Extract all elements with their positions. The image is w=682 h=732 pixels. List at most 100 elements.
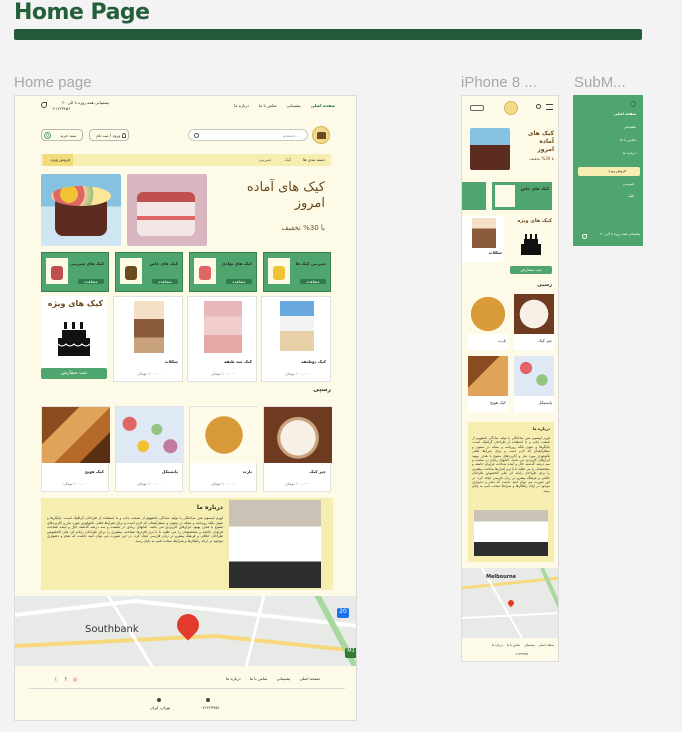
cart-count: 0 [44, 132, 51, 139]
footer-address: تهران، ایران [149, 705, 171, 710]
logo[interactable] [312, 126, 330, 144]
nav-contact[interactable]: تماس با ما [259, 103, 277, 108]
footer-phone: ۰۲۱۲۲۳۴۵۶ [200, 705, 220, 710]
search-input[interactable]: جستجو... [188, 129, 308, 141]
pastry-products: چیز کیک ۱۰۰,۰۰۰ تومان تارت ۱۰۰,۰۰۰ تومان… [41, 406, 332, 492]
category-button-4[interactable]: مشاهده [78, 279, 104, 284]
close-icon[interactable] [630, 101, 636, 107]
category-button-2[interactable]: مشاهده [226, 279, 252, 284]
category-card-2[interactable]: کیک های تولدی مشاهده [189, 252, 257, 292]
support-phone: ۰۲۱۲۲۳۴۵۶ [51, 106, 71, 111]
mobile-about-text: لورم ایپسوم متن ساختگی با تولید سادگی نا… [472, 436, 550, 493]
mobile-pastry-image-2 [514, 294, 554, 334]
pastry-card-4[interactable]: کیک هویج ۱۰۰,۰۰۰ تومان [41, 406, 110, 492]
submenu-frame-label[interactable]: SubM... [574, 74, 638, 91]
mobile-pastry-card-2[interactable]: چیز کیک [514, 294, 554, 350]
product-card-3[interactable]: شکلات ۱۰۰,۰۰۰ تومان [113, 296, 183, 382]
login-button[interactable]: ورود / ثبت نام [89, 129, 129, 141]
category-name-1: شیرینی کیک ها [295, 261, 326, 266]
category-card-4[interactable]: کیک های شیرینی مشاهده [41, 252, 109, 292]
submenu-extra-pastry[interactable]: شیرینی [578, 182, 634, 186]
category-button-3[interactable]: مشاهده [152, 279, 178, 284]
mobile-map-label: Melbourne [486, 574, 517, 580]
mobile-footer-nav-support[interactable]: پشتیبانی [524, 643, 534, 647]
mobile-hero-title: کیک های آماده امروز [514, 130, 554, 154]
about-section: درباره ما لورم ایپسوم متن ساختگی با تولی… [41, 498, 333, 590]
category-image-4 [46, 258, 68, 284]
product-image-2 [204, 301, 242, 353]
product-price-2: ۱۰۰,۰۰۰ تومان [211, 371, 236, 376]
mobile-cart-icon[interactable] [470, 105, 484, 111]
mobile-pastry-card-1[interactable]: تارت [468, 294, 508, 350]
about-text: لورم ایپسوم متن ساختگی با تولید سادگی نا… [47, 516, 223, 543]
login-label: ورود / ثبت نام [96, 133, 120, 138]
footer-nav-about[interactable]: درباره ما [226, 676, 241, 681]
twitter-icon[interactable]: t [55, 677, 57, 683]
mobile-hero-image [470, 128, 510, 170]
mobile-footer-nav-home[interactable]: صفحه اصلی [539, 643, 554, 647]
submenu-special-sale[interactable]: فروش ویژه [578, 167, 640, 176]
breadcrumb-cake[interactable]: کیک [284, 157, 291, 162]
product-card-2[interactable]: کیک سه طبقه ۱۰۰,۰۰۰ تومان [187, 296, 257, 382]
mobile-footer-phone: ۰۲۱۲۲۳۴۵۶ [514, 652, 529, 656]
instagram-icon[interactable]: ◎ [73, 677, 77, 683]
mobile-frame-label[interactable]: iPhone 8 ... [461, 74, 551, 91]
mobile-category-card[interactable]: کیک های خاص [492, 182, 552, 210]
desktop-frame-label[interactable]: Home page [14, 74, 134, 91]
mobile-hero-title-line2: امروز [537, 146, 554, 153]
map[interactable]: Southbank 20 M1 [15, 596, 356, 666]
pastry-image-2 [190, 407, 258, 463]
category-card-1[interactable]: شیرینی کیک ها مشاهده [263, 252, 331, 292]
category-card-3[interactable]: کیک های خاص مشاهده [115, 252, 183, 292]
pastry-image-4 [42, 407, 110, 463]
product-price-3: ۱۰۰,۰۰۰ تومان [137, 371, 162, 376]
nav-home[interactable]: صفحه اصلی [311, 103, 335, 108]
search-icon[interactable] [194, 133, 199, 138]
breadcrumb-pastry[interactable]: شیرینی [259, 157, 271, 162]
cart-button[interactable]: سبد خرید 0 [41, 129, 83, 141]
mobile-pastry-card-4[interactable]: پاپسیکل [514, 356, 554, 412]
special-sale-button[interactable]: فروش ویژه [43, 154, 73, 166]
footer-nav-support[interactable]: پشتیبانی [276, 676, 290, 681]
footer-nav-contact[interactable]: تماس با ما [250, 676, 268, 681]
category-button-1[interactable]: مشاهده [300, 279, 326, 284]
submenu-item-about[interactable]: درباره ما [576, 151, 636, 155]
submenu-frame: صفحه اصلی پشتیبانی تماس با ما درباره ما … [573, 95, 643, 246]
category-row: شیرینی کیک ها مشاهده کیک های تولدی مشاهد… [41, 252, 331, 292]
mobile-search-icon[interactable] [536, 104, 541, 109]
special-products: کیک دوطبقه ۱۰۰,۰۰۰ تومان کیک سه طبقه ۱۰۰… [113, 296, 331, 382]
mobile-pastry-image-1 [468, 294, 508, 334]
mobile-footer-nav-about[interactable]: درباره ما [492, 643, 503, 647]
submenu-item-contact[interactable]: تماس با ما [576, 138, 636, 142]
nav-support[interactable]: پشتیبانی [287, 103, 301, 108]
pastry-price-1: ۱۰۰,۰۰۰ تومان [285, 481, 310, 486]
pastry-card-3[interactable]: پاپسیکل ۱۰۰,۰۰۰ تومان [115, 406, 184, 492]
mobile-footer-nav-contact[interactable]: تماس با ما [507, 643, 520, 647]
submenu-extra-cake[interactable]: کیک [578, 194, 634, 198]
categories-menu[interactable]: دسته بندی ها [303, 157, 325, 162]
submenu-item-support[interactable]: پشتیبانی [576, 125, 636, 129]
mobile-pastry-card-3[interactable]: کیک هویج [468, 356, 508, 412]
mobile-logo[interactable] [504, 101, 518, 115]
pastry-price-4: ۱۰۰,۰۰۰ تومان [63, 481, 88, 486]
submenu-item-home[interactable]: صفحه اصلی [576, 112, 636, 116]
order-button[interactable]: ثبت سفارش [41, 368, 107, 379]
mobile-footer-nav: صفحه اصلی پشتیبانی تماس با ما درباره ما [480, 643, 554, 647]
pastry-image-3 [116, 407, 184, 463]
pastry-card-1[interactable]: چیز کیک ۱۰۰,۰۰۰ تومان [263, 406, 332, 492]
pastry-card-2[interactable]: تارت ۱۰۰,۰۰۰ تومان [189, 406, 258, 492]
mobile-map[interactable]: Melbourne [462, 568, 558, 638]
category-name-4: کیک های شیرینی [69, 261, 104, 266]
facebook-icon[interactable]: f [65, 677, 67, 683]
mobile-product-card[interactable]: شکلات [462, 216, 504, 262]
mobile-order-button[interactable]: ثبت سفارش [510, 266, 552, 274]
pastry-name-3: پاپسیکل [161, 469, 178, 474]
mobile-category-name: کیک های خاص [520, 186, 549, 191]
hero-headline-line1: کیک های آماده [246, 180, 325, 195]
footer-nav-home[interactable]: صفحه اصلی [299, 676, 320, 681]
mobile-birthday-cake-icon [521, 234, 541, 255]
mobile-category-partial[interactable] [462, 182, 486, 210]
product-card-1[interactable]: کیک دوطبقه ۱۰۰,۰۰۰ تومان [261, 296, 331, 382]
nav-about[interactable]: درباره ما [234, 103, 249, 108]
hamburger-menu-icon[interactable] [546, 104, 553, 110]
